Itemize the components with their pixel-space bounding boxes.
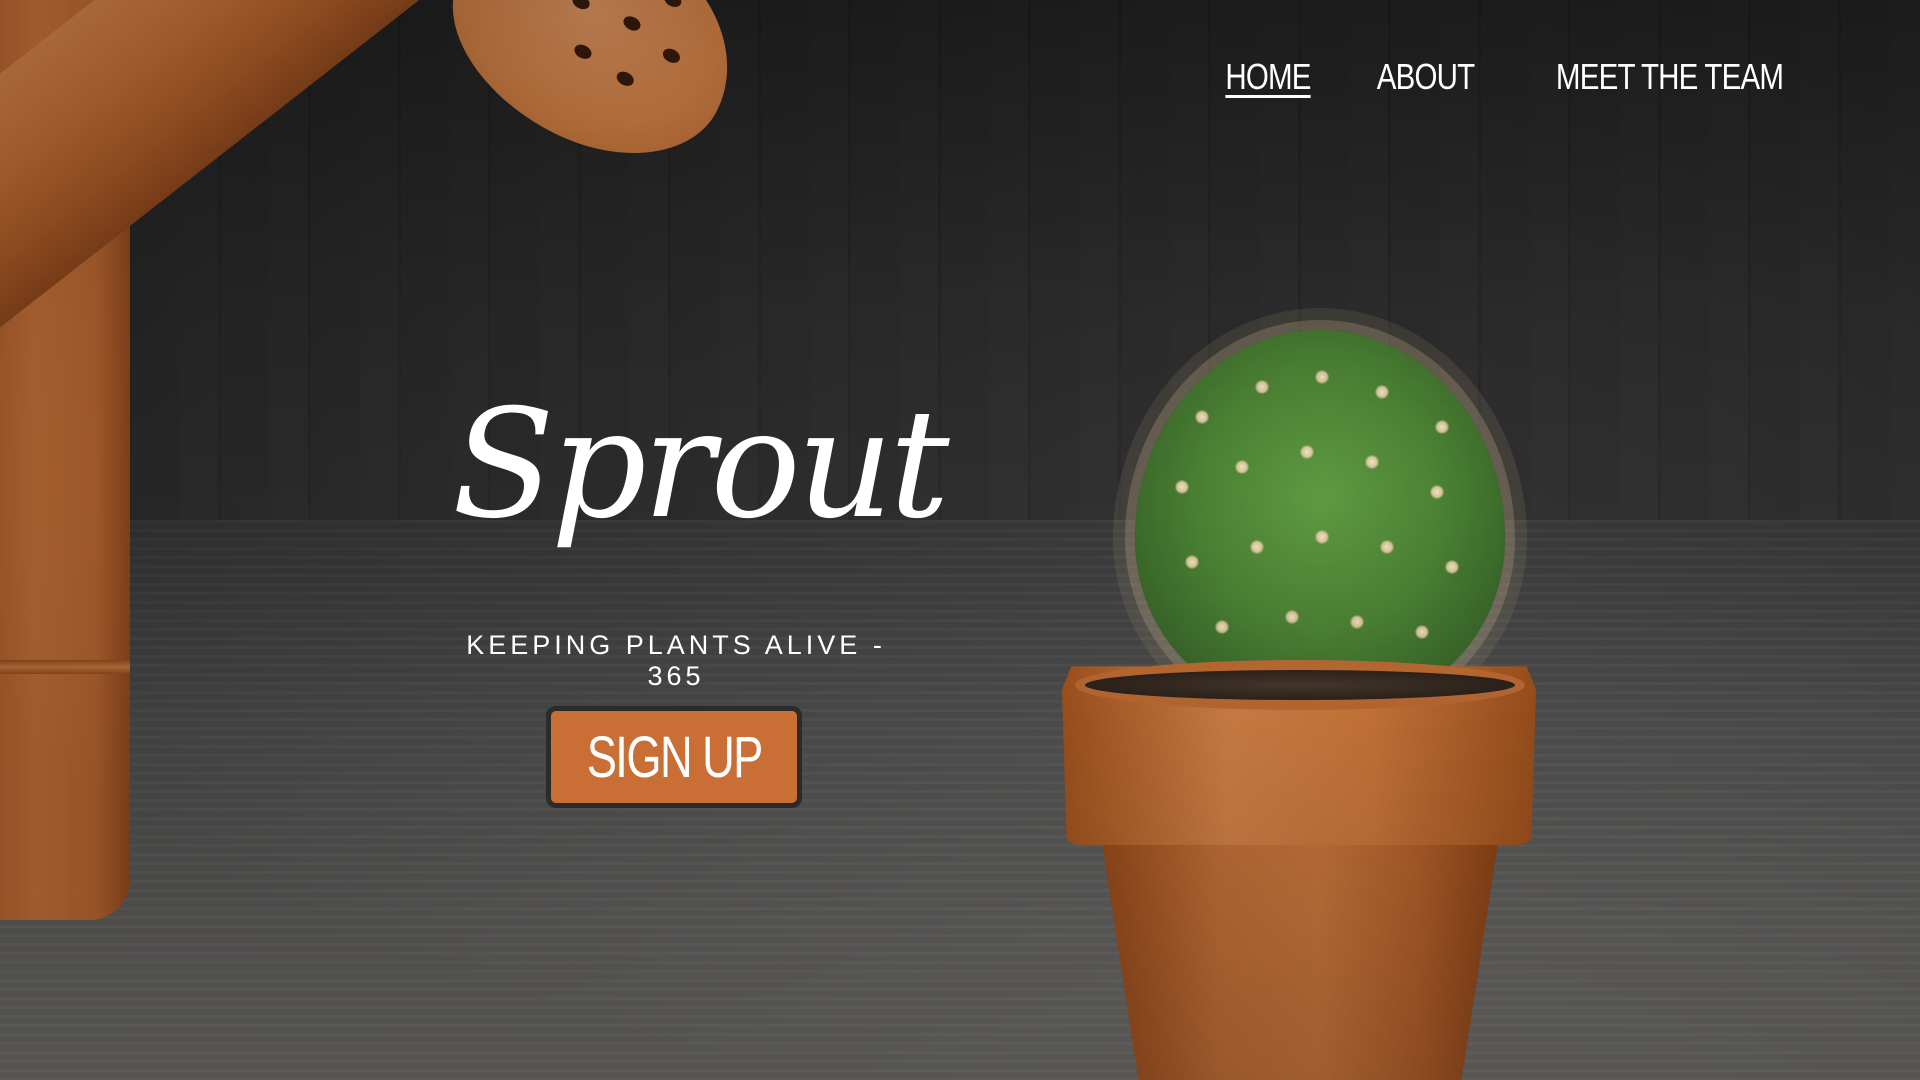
tagline: KEEPING PLANTS ALIVE - 365	[466, 630, 886, 691]
sign-up-button-label: SIGN UP	[586, 724, 763, 790]
sign-up-button[interactable]: SIGN UP	[546, 706, 802, 808]
landing-page: HOME ABOUT MEET THE TEAM Sprout KEEPING …	[0, 0, 1920, 1080]
nav-meet-the-team-link[interactable]: MEET THE TEAM	[1556, 56, 1784, 98]
nav-home-link[interactable]: HOME	[1225, 56, 1311, 98]
main-nav: HOME ABOUT MEET THE TEAM	[1216, 56, 1808, 98]
brand-logo-text: Sprout	[452, 378, 950, 552]
background-vignette	[0, 0, 1920, 1080]
hero-background-image	[0, 0, 1920, 1080]
nav-about-link[interactable]: ABOUT	[1377, 56, 1475, 98]
